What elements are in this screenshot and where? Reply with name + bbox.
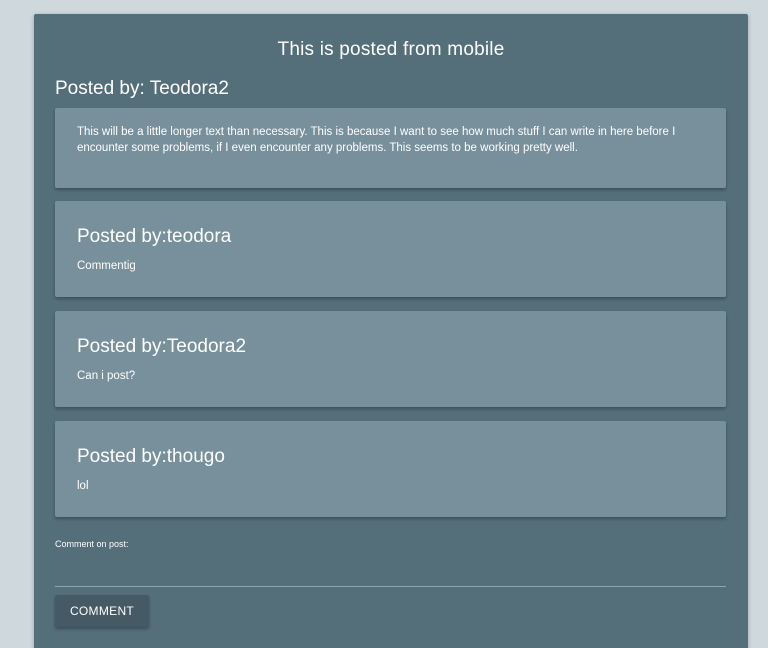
post-body: This will be a little longer text than n… (55, 108, 726, 188)
comment-field-label: Comment on post: (55, 539, 129, 549)
post-body-text: This will be a little longer text than n… (77, 126, 676, 154)
comment-item: Posted by:thougo lol (55, 421, 726, 517)
page: This is posted from mobile Posted by: Te… (0, 0, 768, 648)
comment-text: Commentig (77, 260, 136, 272)
comment-input[interactable] (55, 564, 726, 587)
comment-text: lol (77, 480, 89, 492)
post-author: Posted by: Teodora2 (55, 78, 229, 99)
comment-author: Posted by:thougo (77, 446, 225, 467)
comment-item: Posted by:Teodora2 Can i post? (55, 311, 726, 407)
comment-author: Posted by:Teodora2 (77, 336, 247, 357)
post-title: This is posted from mobile (277, 39, 505, 60)
comment-author: Posted by:teodora (77, 226, 232, 247)
comment-item: Posted by:teodora Commentig (55, 201, 726, 297)
post-card: This is posted from mobile Posted by: Te… (34, 14, 748, 648)
comment-text: Can i post? (77, 370, 136, 382)
comment-button[interactable]: COMMENT (55, 595, 149, 627)
